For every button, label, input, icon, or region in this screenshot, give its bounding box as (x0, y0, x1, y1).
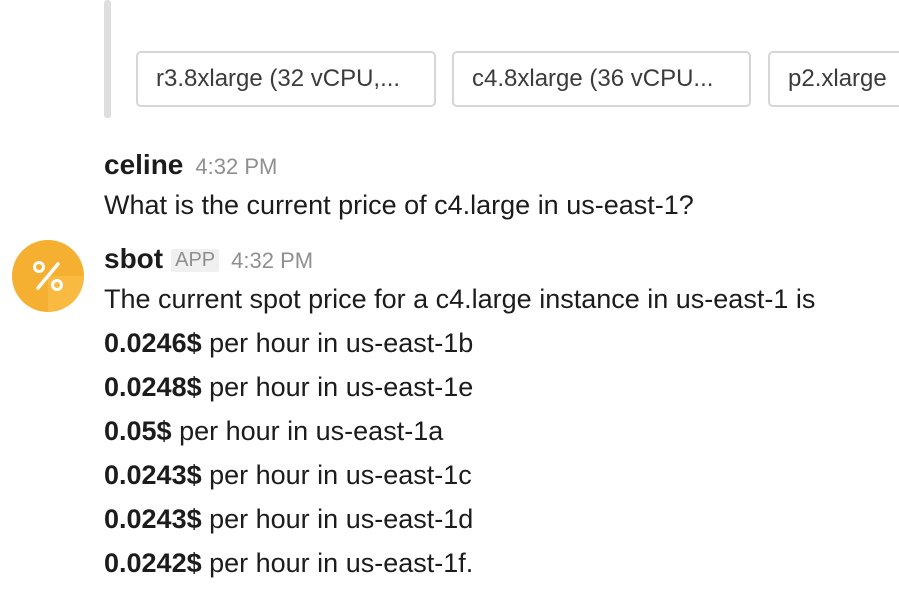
price-line: 0.0242$ per hour in us-east-1f. (104, 548, 473, 579)
price-line: 0.0246$ per hour in us-east-1b (104, 328, 473, 359)
message-timestamp[interactable]: 4:32 PM (231, 248, 313, 273)
instance-button-c4-8xlarge[interactable]: c4.8xlarge (36 vCPU... (452, 51, 751, 107)
price-value: 0.0243$ (104, 460, 202, 490)
price-line: 0.05$ per hour in us-east-1a (104, 416, 443, 447)
message-timestamp[interactable]: 4:32 PM (195, 154, 277, 179)
percent-icon (12, 240, 84, 312)
bot-avatar[interactable] (12, 240, 84, 312)
message-header: sbot APP 4:32 PM (104, 243, 313, 275)
price-value: 0.0242$ (104, 548, 202, 578)
instance-button-r3-8xlarge[interactable]: r3.8xlarge (32 vCPU,... (136, 51, 436, 107)
price-line: 0.0248$ per hour in us-east-1e (104, 372, 473, 403)
price-line: 0.0243$ per hour in us-east-1d (104, 504, 473, 535)
price-line: 0.0243$ per hour in us-east-1c (104, 460, 472, 491)
price-value: 0.0243$ (104, 504, 202, 534)
price-zone: per hour in us-east-1b (201, 328, 474, 358)
app-badge: APP (171, 249, 220, 272)
price-zone: per hour in us-east-1a (171, 416, 444, 446)
price-zone: per hour in us-east-1d (201, 504, 474, 534)
instance-button-p2-xlarge[interactable]: p2.xlarge (768, 51, 899, 107)
price-zone: per hour in us-east-1c (201, 460, 472, 490)
author-name[interactable]: celine (104, 149, 183, 180)
attachment-border (104, 0, 111, 118)
price-zone: per hour in us-east-1f. (201, 548, 474, 578)
price-zone: per hour in us-east-1e (201, 372, 474, 402)
author-name[interactable]: sbot (104, 243, 163, 274)
message-text: What is the current price of c4.large in… (104, 190, 694, 220)
message-header: celine 4:32 PM (104, 149, 277, 181)
price-value: 0.05$ (104, 416, 172, 446)
price-value: 0.0246$ (104, 328, 202, 358)
message-text: The current spot price for a c4.large in… (104, 284, 816, 314)
price-value: 0.0248$ (104, 372, 202, 402)
